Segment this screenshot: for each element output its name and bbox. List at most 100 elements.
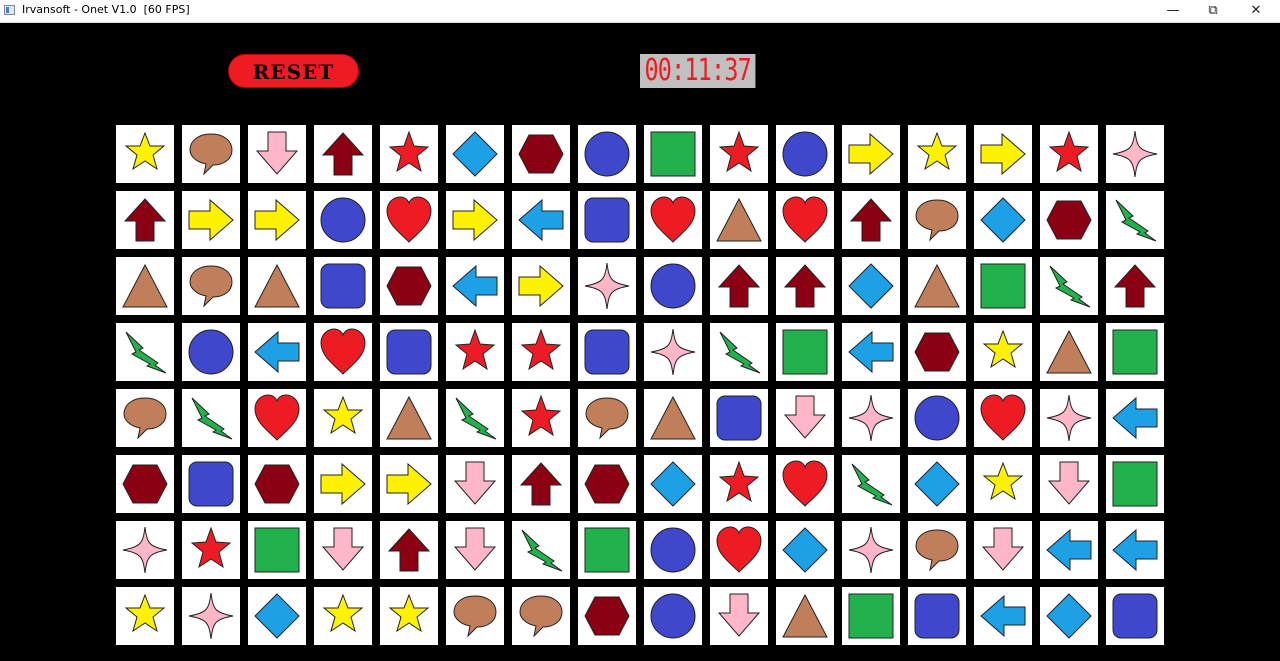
tile-7-10[interactable]	[776, 587, 834, 645]
tile-3-7[interactable]	[578, 323, 636, 381]
tile-1-12[interactable]	[908, 191, 966, 249]
tile-0-8[interactable]	[644, 125, 702, 183]
tile-1-9[interactable]	[710, 191, 768, 249]
tile-5-13[interactable]	[974, 455, 1032, 513]
tile-6-2[interactable]	[248, 521, 306, 579]
tile-3-5[interactable]	[446, 323, 504, 381]
tile-4-4[interactable]	[380, 389, 438, 447]
tile-3-10[interactable]	[776, 323, 834, 381]
tile-7-15[interactable]	[1106, 587, 1164, 645]
tile-5-3[interactable]	[314, 455, 372, 513]
tile-0-15[interactable]	[1106, 125, 1164, 183]
tile-5-11[interactable]	[842, 455, 900, 513]
restore-button[interactable]: ⧉	[1193, 0, 1233, 22]
tile-1-2[interactable]	[248, 191, 306, 249]
tile-6-14[interactable]	[1040, 521, 1098, 579]
tile-1-11[interactable]	[842, 191, 900, 249]
tile-7-9[interactable]	[710, 587, 768, 645]
tile-5-12[interactable]	[908, 455, 966, 513]
tile-4-11[interactable]	[842, 389, 900, 447]
tile-1-3[interactable]	[314, 191, 372, 249]
tile-2-6[interactable]	[512, 257, 570, 315]
tile-2-10[interactable]	[776, 257, 834, 315]
tile-6-3[interactable]	[314, 521, 372, 579]
tile-0-1[interactable]	[182, 125, 240, 183]
tile-6-4[interactable]	[380, 521, 438, 579]
tile-6-11[interactable]	[842, 521, 900, 579]
tile-3-9[interactable]	[710, 323, 768, 381]
tile-7-14[interactable]	[1040, 587, 1098, 645]
tile-2-4[interactable]	[380, 257, 438, 315]
tile-7-3[interactable]	[314, 587, 372, 645]
tile-4-7[interactable]	[578, 389, 636, 447]
tile-5-10[interactable]	[776, 455, 834, 513]
tile-5-5[interactable]	[446, 455, 504, 513]
tile-5-6[interactable]	[512, 455, 570, 513]
tile-5-1[interactable]	[182, 455, 240, 513]
tile-7-1[interactable]	[182, 587, 240, 645]
tile-4-13[interactable]	[974, 389, 1032, 447]
tile-0-9[interactable]	[710, 125, 768, 183]
tile-1-8[interactable]	[644, 191, 702, 249]
tile-2-8[interactable]	[644, 257, 702, 315]
tile-3-11[interactable]	[842, 323, 900, 381]
tile-6-6[interactable]	[512, 521, 570, 579]
tile-3-13[interactable]	[974, 323, 1032, 381]
tile-2-13[interactable]	[974, 257, 1032, 315]
tile-4-3[interactable]	[314, 389, 372, 447]
tile-3-0[interactable]	[116, 323, 174, 381]
tile-2-0[interactable]	[116, 257, 174, 315]
tile-6-5[interactable]	[446, 521, 504, 579]
tile-4-0[interactable]	[116, 389, 174, 447]
tile-1-10[interactable]	[776, 191, 834, 249]
tile-4-8[interactable]	[644, 389, 702, 447]
tile-7-13[interactable]	[974, 587, 1032, 645]
tile-6-15[interactable]	[1106, 521, 1164, 579]
tile-3-6[interactable]	[512, 323, 570, 381]
tile-2-12[interactable]	[908, 257, 966, 315]
tile-0-14[interactable]	[1040, 125, 1098, 183]
tile-0-13[interactable]	[974, 125, 1032, 183]
tile-1-13[interactable]	[974, 191, 1032, 249]
tile-2-15[interactable]	[1106, 257, 1164, 315]
tile-1-6[interactable]	[512, 191, 570, 249]
tile-2-7[interactable]	[578, 257, 636, 315]
tile-7-4[interactable]	[380, 587, 438, 645]
tile-7-12[interactable]	[908, 587, 966, 645]
tile-7-11[interactable]	[842, 587, 900, 645]
tile-4-6[interactable]	[512, 389, 570, 447]
tile-2-2[interactable]	[248, 257, 306, 315]
tile-6-0[interactable]	[116, 521, 174, 579]
tile-2-5[interactable]	[446, 257, 504, 315]
tile-6-9[interactable]	[710, 521, 768, 579]
tile-3-12[interactable]	[908, 323, 966, 381]
tile-0-7[interactable]	[578, 125, 636, 183]
tile-6-1[interactable]	[182, 521, 240, 579]
tile-5-8[interactable]	[644, 455, 702, 513]
tile-7-8[interactable]	[644, 587, 702, 645]
reset-button[interactable]: RESET	[228, 54, 359, 88]
close-button[interactable]: ✕	[1236, 0, 1276, 22]
tile-1-15[interactable]	[1106, 191, 1164, 249]
tile-3-3[interactable]	[314, 323, 372, 381]
tile-5-0[interactable]	[116, 455, 174, 513]
tile-7-0[interactable]	[116, 587, 174, 645]
tile-2-3[interactable]	[314, 257, 372, 315]
tile-6-12[interactable]	[908, 521, 966, 579]
tile-3-15[interactable]	[1106, 323, 1164, 381]
tile-6-8[interactable]	[644, 521, 702, 579]
tile-4-10[interactable]	[776, 389, 834, 447]
tile-0-12[interactable]	[908, 125, 966, 183]
tile-5-4[interactable]	[380, 455, 438, 513]
tile-5-15[interactable]	[1106, 455, 1164, 513]
tile-6-7[interactable]	[578, 521, 636, 579]
tile-0-4[interactable]	[380, 125, 438, 183]
tile-1-5[interactable]	[446, 191, 504, 249]
tile-2-11[interactable]	[842, 257, 900, 315]
tile-0-6[interactable]	[512, 125, 570, 183]
tile-4-1[interactable]	[182, 389, 240, 447]
minimize-button[interactable]: —	[1153, 0, 1193, 22]
tile-5-14[interactable]	[1040, 455, 1098, 513]
tile-7-2[interactable]	[248, 587, 306, 645]
tile-1-0[interactable]	[116, 191, 174, 249]
